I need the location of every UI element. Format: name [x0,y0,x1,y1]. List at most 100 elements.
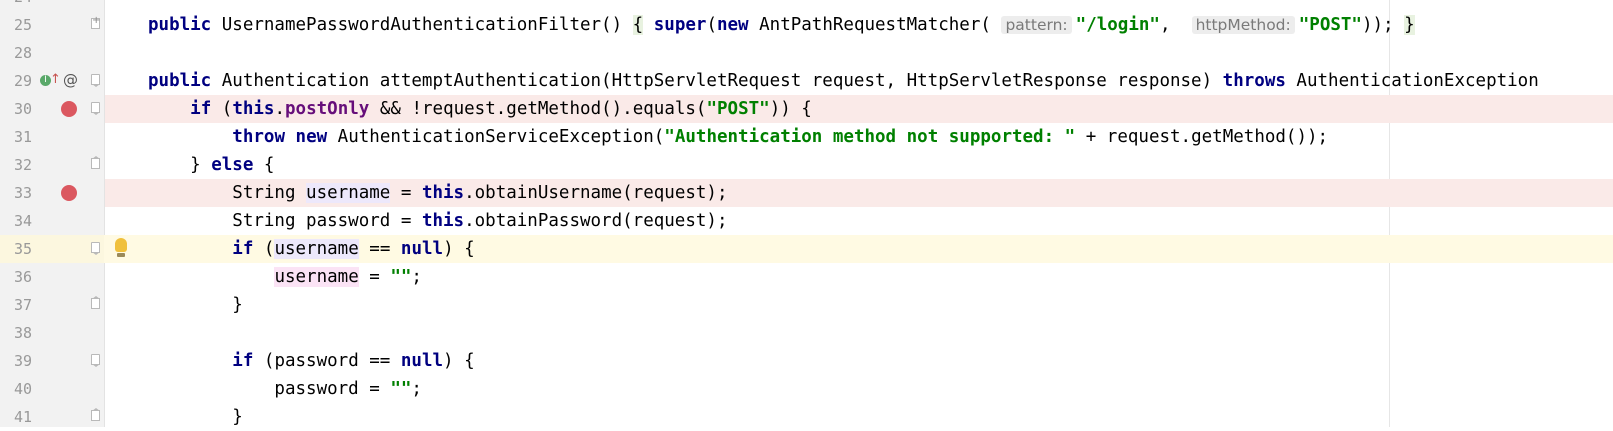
matched-brace: { [632,15,644,35]
code-line[interactable]: 33 String username = this.obtainUsername… [0,179,1613,207]
code-token: } [148,407,243,427]
fold-marker-icon[interactable] [91,156,100,169]
fold-marker-icon[interactable] [91,74,100,87]
code-text[interactable]: if (username == null) { [148,235,475,263]
parameter-hint: pattern: [1001,16,1072,34]
code-line[interactable]: 29 I ↑ @ public Authentication attemptAuthen… [0,67,1613,95]
code-line[interactable]: 35 if (username == null) { [0,235,1613,263]
code-text[interactable]: password = ""; [148,375,422,403]
code-text[interactable]: username = ""; [148,263,422,291]
line-number[interactable]: 38 [0,319,32,347]
line-number[interactable]: 39 [0,347,32,375]
highlighted-variable: username [274,239,359,259]
line-number[interactable]: 37 [0,291,32,319]
parameter-hint: httpMethod: [1191,16,1295,34]
highlighted-variable: username [306,183,391,203]
line-number[interactable]: 29 [0,67,32,95]
keyword-token: super [653,15,707,35]
code-text[interactable]: if (this.postOnly && !request.getMethod(… [148,95,812,123]
code-token: . [274,99,286,119]
code-token: == [358,239,401,259]
code-text[interactable]: throw new AuthenticationServiceException… [148,123,1328,151]
line-number[interactable]: 40 [0,375,32,403]
code-text[interactable]: } else { [148,151,274,179]
keyword-token: if [190,99,212,119]
code-token: String [148,183,307,203]
code-token: ( [253,239,275,259]
code-token: } [148,295,243,315]
line-number[interactable]: 34 [0,207,32,235]
code-line[interactable]: 39 if (password == null) { [0,347,1613,375]
keyword-token: new [295,127,328,147]
keyword-token: this [232,99,275,119]
line-number[interactable]: 24 [0,0,32,11]
code-token: && !request.getMethod().equals( [369,99,707,119]
code-token: AuthenticationException [1285,71,1539,91]
keyword-token: else [211,155,254,175]
line-number[interactable]: 33 [0,179,32,207]
code-text[interactable]: } [148,291,243,319]
fold-marker-icon[interactable] [91,408,100,421]
fold-marker-icon[interactable] [91,354,100,367]
code-line[interactable]: 32 } else { [0,151,1613,179]
code-line[interactable]: 25 public UsernamePasswordAuthenticationF… [0,11,1613,39]
code-line[interactable]: 36 username = ""; [0,263,1613,291]
line-number[interactable]: 35 [0,235,32,263]
string-literal: "" [390,267,412,287]
code-text[interactable]: String password = this.obtainPassword(re… [148,207,727,235]
fold-marker-icon[interactable] [91,296,100,309]
code-token: , [1159,15,1192,35]
code-token: ) { [443,239,475,259]
code-token: ( [211,99,233,119]
code-token: )); [1361,15,1394,35]
code-text[interactable]: String username = this.obtainUsername(re… [148,179,728,207]
fold-marker-icon[interactable] [91,15,100,29]
code-line[interactable]: 31 throw new AuthenticationServiceExcept… [0,123,1613,151]
code-text[interactable]: public Authentication attemptAuthenticat… [148,67,1539,95]
line-number[interactable]: 36 [0,263,32,291]
line-number[interactable]: 32 [0,151,32,179]
code-token: .obtainUsername(request); [464,183,728,203]
code-token: )) { [769,99,812,119]
line-number[interactable]: 25 [0,11,32,39]
at-sign-icon[interactable]: @ [63,70,78,90]
fold-marker-icon[interactable] [91,102,100,115]
code-line[interactable]: 28 [0,39,1613,67]
keyword-token: public [148,71,212,91]
code-line[interactable]: 34 String password = this.obtainPassword… [0,207,1613,235]
line-number[interactable]: 30 [0,95,32,123]
code-line[interactable]: 30 if (this.postOnly && !request.getMeth… [0,95,1613,123]
code-token: AuthenticationServiceException( [327,127,665,147]
code-line[interactable]: 38 [0,319,1613,347]
code-line[interactable]: 40 password = ""; [0,375,1613,403]
code-line[interactable]: 37 } [0,291,1613,319]
code-token: ; [411,379,422,399]
field-token: postOnly [285,99,370,119]
string-literal: "Authentication method not supported: " [664,127,1076,147]
line-number[interactable]: 28 [0,39,32,67]
code-text[interactable]: if (password == null) { [148,347,474,375]
code-token: String password = [148,211,422,231]
matched-brace: } [1404,15,1415,35]
override-up-arrow-icon[interactable]: ↑ [50,71,61,89]
keyword-token: this [421,211,465,231]
code-text[interactable]: public UsernamePasswordAuthenticationFil… [148,11,1415,39]
code-line[interactable]: 24 [0,0,1613,11]
breakpoint-icon[interactable] [61,185,77,201]
breakpoint-icon[interactable] [61,101,77,117]
line-number[interactable]: 31 [0,123,32,151]
string-literal: "POST" [706,99,770,119]
highlighted-variable: username [274,267,359,287]
keyword-token: new [716,15,749,35]
code-token: (password == [253,351,401,371]
code-token: ; [411,267,422,287]
lightbulb-icon[interactable] [115,238,127,257]
keyword-token: if [232,351,254,371]
fold-marker-icon[interactable] [91,242,100,255]
